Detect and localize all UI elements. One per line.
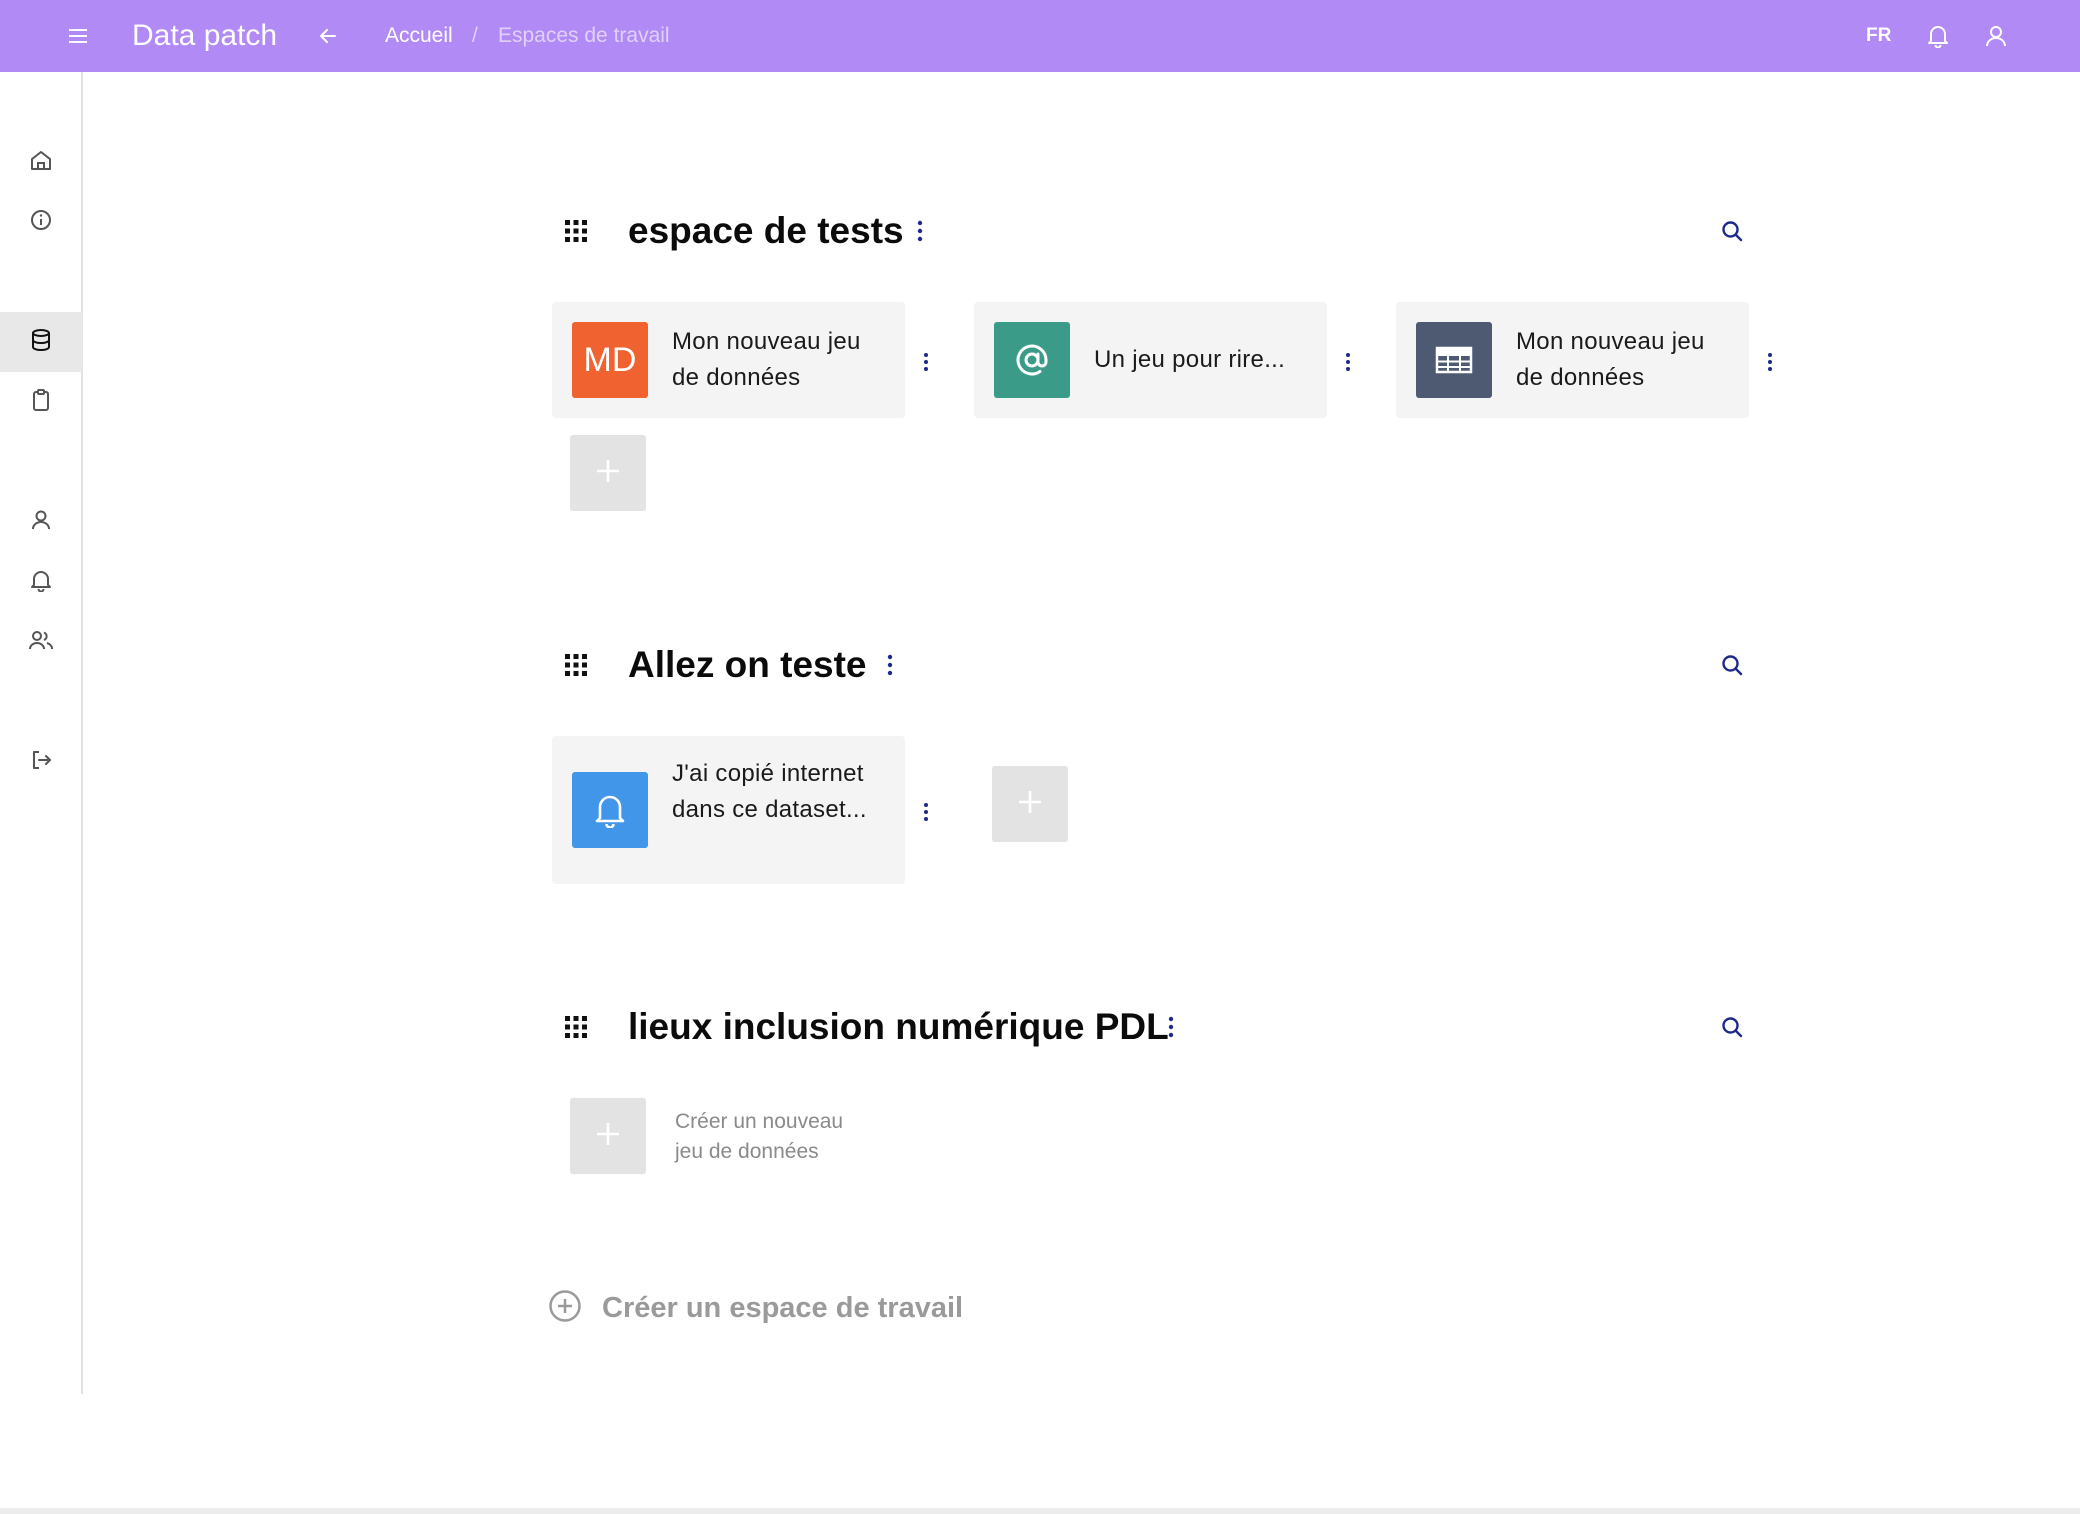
workspace-title: espace de tests <box>628 210 904 251</box>
more-vert-icon[interactable] <box>910 217 930 245</box>
grid-icon[interactable] <box>560 649 592 681</box>
dataset-initials-icon: MD <box>572 322 648 398</box>
database-icon <box>29 328 53 357</box>
bell-icon <box>29 568 53 597</box>
more-vert-icon[interactable] <box>916 347 936 377</box>
search-icon[interactable] <box>1718 651 1746 679</box>
sidebar-item-tasks[interactable] <box>0 372 82 432</box>
workspace-title: lieux inclusion numérique PDL <box>628 1006 1169 1047</box>
user-icon[interactable] <box>1980 20 2012 52</box>
sidebar <box>0 72 83 1394</box>
grid-icon[interactable] <box>560 215 592 247</box>
dataset-card[interactable]: MD Mon nouveau jeu de données <box>552 302 905 418</box>
app-title[interactable]: Data patch <box>132 17 277 55</box>
sidebar-item-users[interactable] <box>0 612 82 672</box>
home-icon <box>29 148 53 177</box>
dataset-label: J'ai copié internet dans ce dataset... <box>672 760 867 823</box>
plus-icon <box>1017 789 1043 820</box>
create-workspace-button[interactable]: Créer un espace de travail <box>548 1288 963 1328</box>
add-dataset-button[interactable] <box>570 435 646 511</box>
more-vert-icon[interactable] <box>1161 1013 1181 1041</box>
bell-icon <box>572 772 648 848</box>
clipboard-icon <box>29 388 53 417</box>
grid-icon[interactable] <box>560 1011 592 1043</box>
dataset-label: Mon nouveau jeu de données <box>672 328 861 391</box>
bell-icon[interactable] <box>1922 20 1954 52</box>
workspace-header: lieux inclusion numérique PDL <box>560 1001 1760 1051</box>
dataset-card[interactable]: Mon nouveau jeu de données <box>1396 302 1749 418</box>
dataset-label: Un jeu pour rire... <box>1094 346 1286 373</box>
add-dataset-button[interactable] <box>992 766 1068 842</box>
sidebar-item-profile[interactable] <box>0 492 82 552</box>
search-icon[interactable] <box>1718 217 1746 245</box>
info-icon <box>29 208 53 237</box>
language-selector[interactable]: FR <box>1866 25 1891 47</box>
table-icon <box>1416 322 1492 398</box>
sidebar-item-notifications[interactable] <box>0 552 82 612</box>
dataset-card[interactable]: Un jeu pour rire... <box>974 302 1327 418</box>
top-app-bar: Data patch Accueil / Espaces de travail … <box>0 0 2080 72</box>
sidebar-item-datasets[interactable] <box>0 312 82 372</box>
more-vert-icon[interactable] <box>880 651 900 679</box>
workspace-header: espace de tests <box>560 205 1760 255</box>
sidebar-item-info[interactable] <box>0 192 82 252</box>
users-icon <box>28 628 54 657</box>
more-vert-icon[interactable] <box>1760 347 1780 377</box>
plus-icon <box>595 1121 621 1152</box>
more-vert-icon[interactable] <box>916 797 936 827</box>
add-dataset-button[interactable] <box>570 1098 646 1174</box>
user-icon <box>29 508 53 537</box>
sidebar-item-logout[interactable] <box>0 732 82 792</box>
workspace-header: Allez on teste <box>560 639 1760 689</box>
menu-icon[interactable] <box>64 22 92 50</box>
dataset-card[interactable]: J'ai copié internet dans ce dataset... <box>552 736 905 884</box>
breadcrumb-separator: / <box>472 24 478 47</box>
more-vert-icon[interactable] <box>1338 347 1358 377</box>
create-workspace-label: Créer un espace de travail <box>602 1291 964 1324</box>
at-icon <box>994 322 1070 398</box>
plus-icon <box>595 458 621 489</box>
breadcrumb-home[interactable]: Accueil <box>385 24 453 48</box>
dataset-label: Mon nouveau jeu de données <box>1516 328 1705 391</box>
workspace-title: Allez on teste <box>628 644 867 685</box>
breadcrumb-current: Espaces de travail <box>498 24 670 47</box>
divider <box>0 1508 2080 1514</box>
logout-icon <box>29 748 53 777</box>
sidebar-item-home[interactable] <box>0 132 82 192</box>
search-icon[interactable] <box>1718 1013 1746 1041</box>
arrow-left-icon[interactable] <box>314 22 342 50</box>
add-circle-icon <box>548 1289 582 1328</box>
create-dataset-label[interactable]: Créer un nouveau jeu de données <box>675 1107 875 1167</box>
